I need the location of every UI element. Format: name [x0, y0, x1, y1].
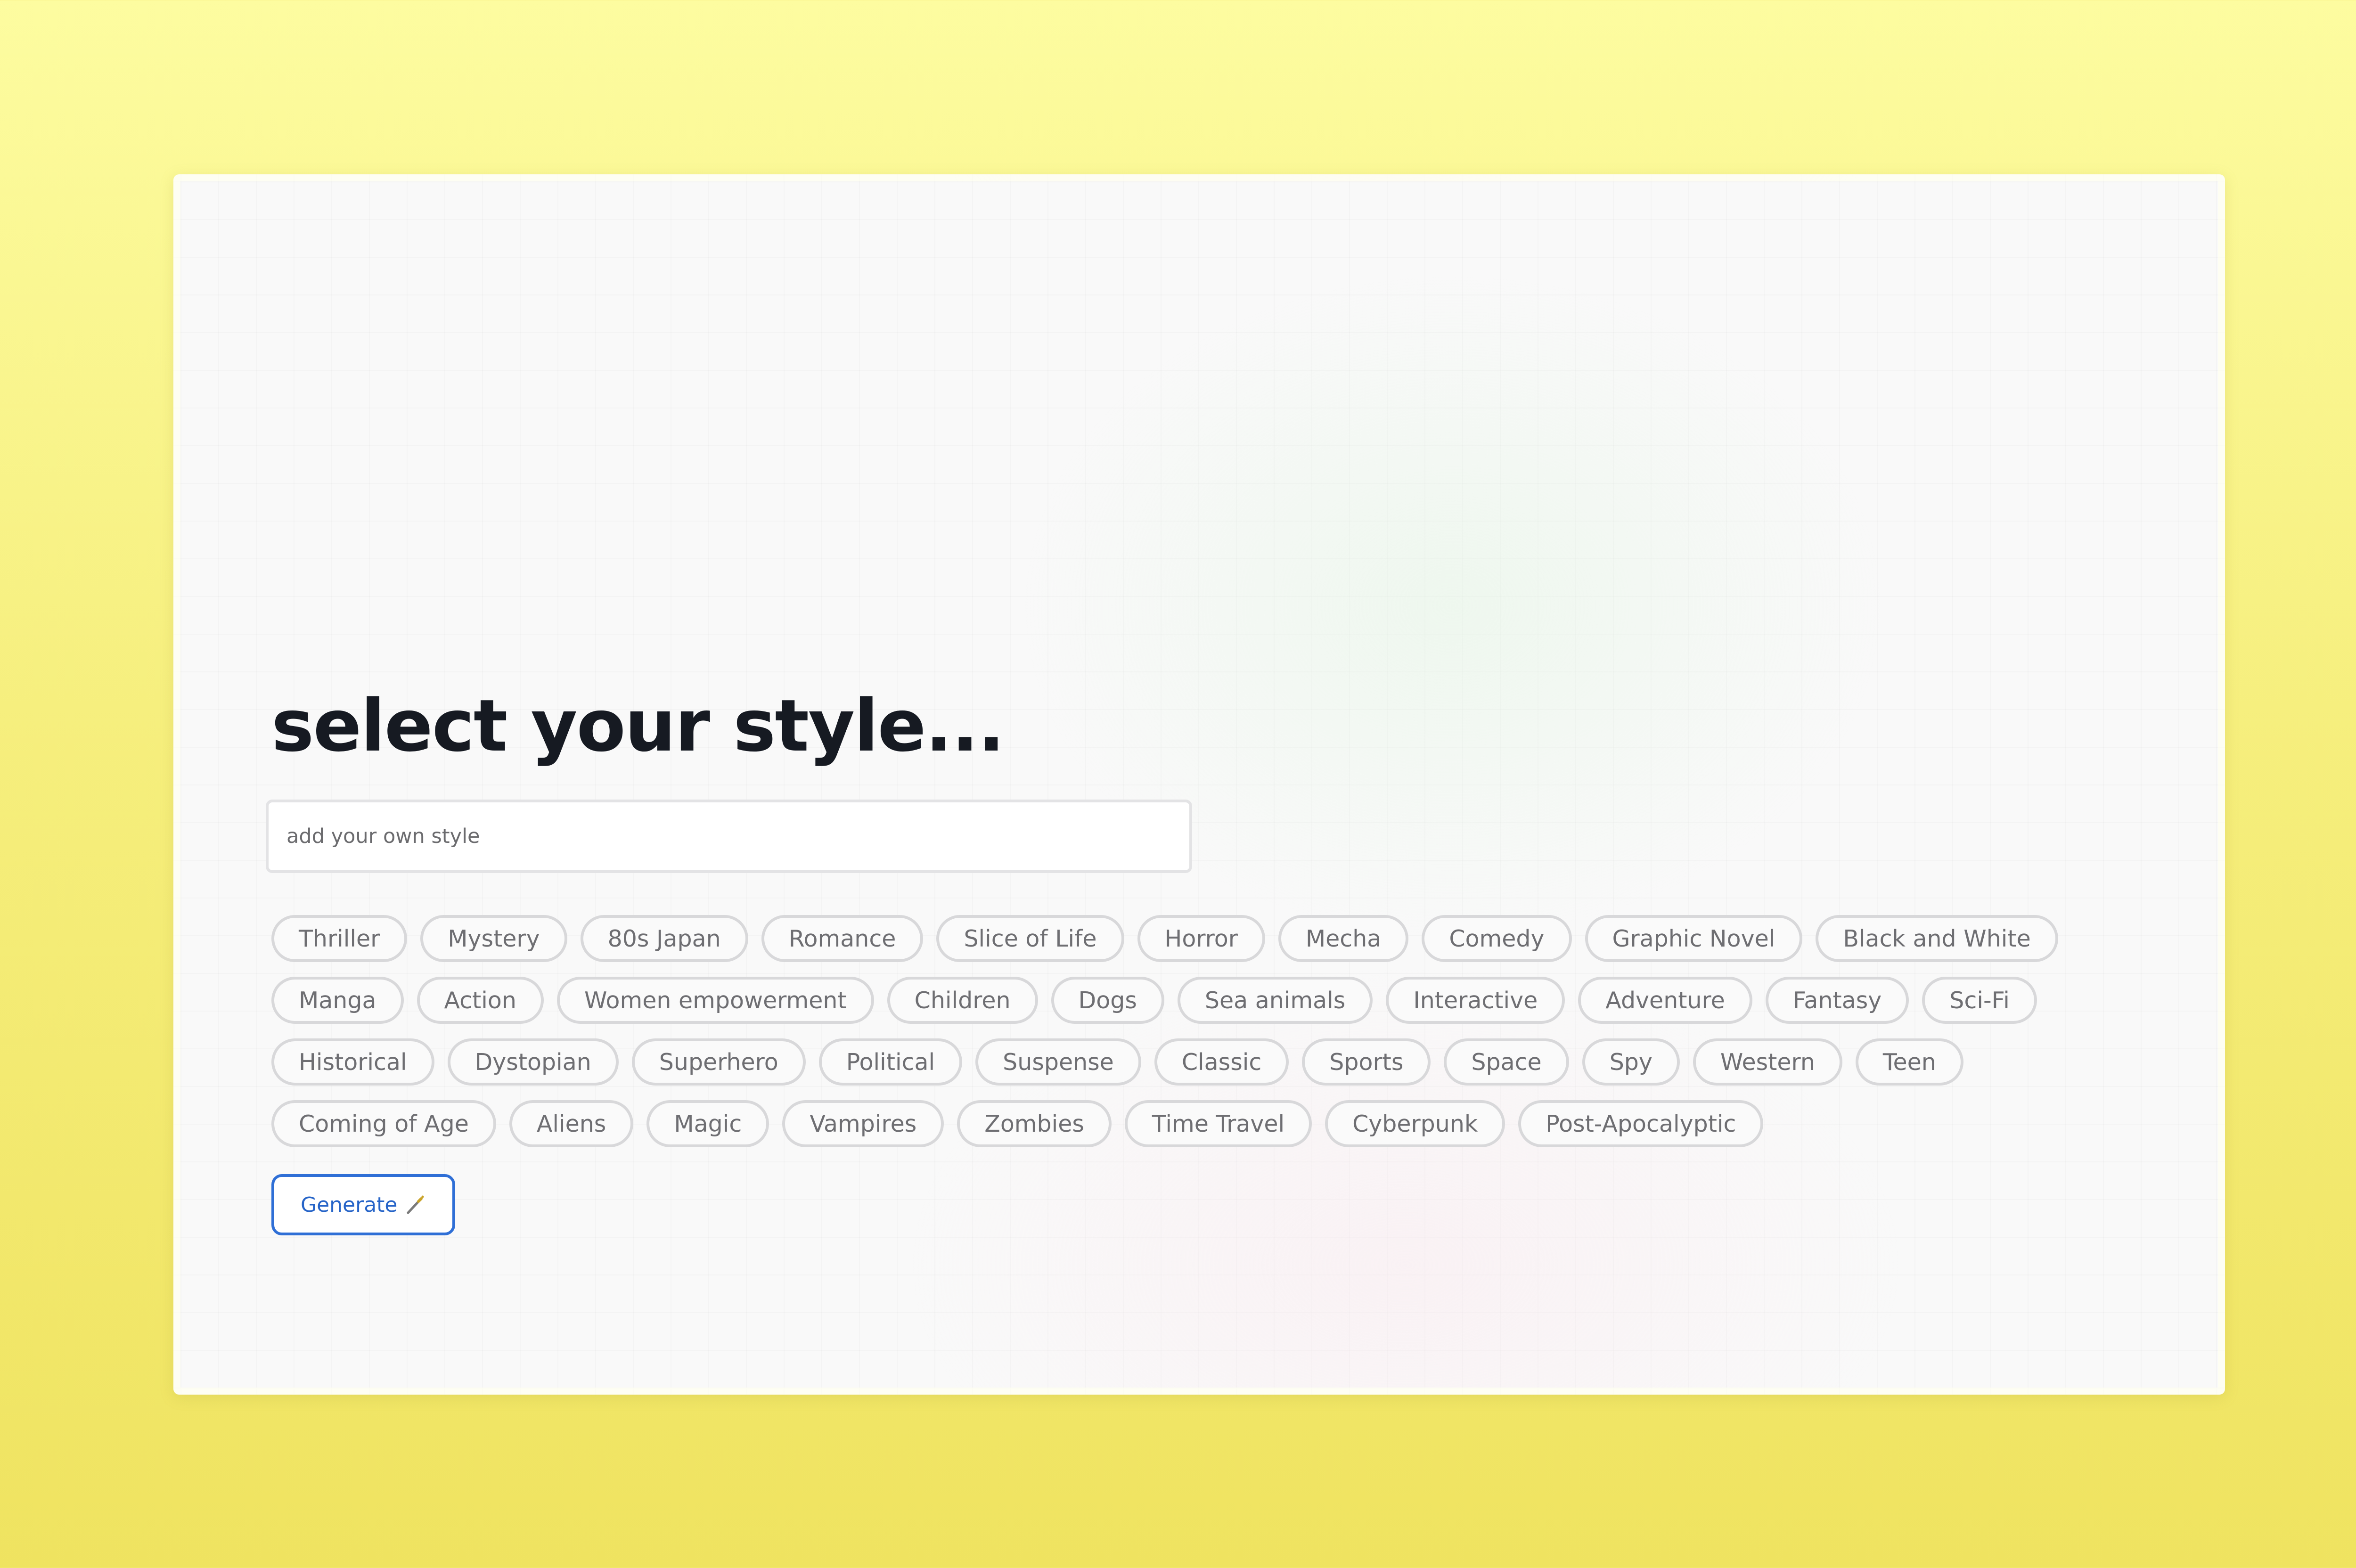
style-chip-zombies[interactable]: Zombies — [957, 1100, 1112, 1147]
style-chip-thriller[interactable]: Thriller — [271, 915, 408, 962]
style-chip-adventure[interactable]: Adventure — [1578, 977, 1752, 1024]
style-chip-dystopian[interactable]: Dystopian — [447, 1038, 619, 1086]
style-chip-comedy[interactable]: Comedy — [1422, 915, 1572, 962]
style-chip-action[interactable]: Action — [417, 977, 544, 1024]
style-chip-row: Historical Dystopian Superhero Political… — [271, 1038, 2203, 1086]
style-chip-list: Thriller Mystery 80s Japan Romance Slice… — [271, 915, 2203, 1162]
style-chip-row: Manga Action Women empowerment Children … — [271, 977, 2203, 1024]
style-chip-aliens[interactable]: Aliens — [509, 1100, 634, 1147]
style-chip-coming-of-age[interactable]: Coming of Age — [271, 1100, 496, 1147]
style-chip-graphic-novel[interactable]: Graphic Novel — [1585, 915, 1803, 962]
style-chip-suspense[interactable]: Suspense — [975, 1038, 1141, 1086]
app-window: select your style... Thriller Mystery 80… — [173, 174, 2225, 1395]
style-chip-row: Coming of Age Aliens Magic Vampires Zomb… — [271, 1100, 2203, 1147]
style-chip-interactive[interactable]: Interactive — [1386, 977, 1565, 1024]
style-chip-cyberpunk[interactable]: Cyberpunk — [1325, 1100, 1505, 1147]
style-chip-women-empowerment[interactable]: Women empowerment — [556, 977, 874, 1024]
style-chip-children[interactable]: Children — [887, 977, 1038, 1024]
style-chip-sci-fi[interactable]: Sci-Fi — [1922, 977, 2037, 1024]
style-chip-political[interactable]: Political — [818, 1038, 963, 1086]
style-chip-romance[interactable]: Romance — [761, 915, 924, 962]
style-chip-row: Thriller Mystery 80s Japan Romance Slice… — [271, 915, 2203, 962]
style-chip-horror[interactable]: Horror — [1137, 915, 1265, 962]
style-chip-vampires[interactable]: Vampires — [782, 1100, 944, 1147]
custom-style-input[interactable] — [266, 800, 1192, 873]
style-chip-mecha[interactable]: Mecha — [1278, 915, 1409, 962]
style-chip-black-and-white[interactable]: Black and White — [1816, 915, 2058, 962]
page-title: select your style... — [271, 684, 1005, 768]
style-chip-space[interactable]: Space — [1444, 1038, 1569, 1086]
style-chip-mystery[interactable]: Mystery — [420, 915, 567, 962]
style-chip-80s-japan[interactable]: 80s Japan — [580, 915, 748, 962]
style-chip-manga[interactable]: Manga — [271, 977, 404, 1024]
style-chip-sea-animals[interactable]: Sea animals — [1177, 977, 1373, 1024]
style-chip-fantasy[interactable]: Fantasy — [1765, 977, 1909, 1024]
style-chip-spy[interactable]: Spy — [1582, 1038, 1680, 1086]
style-chip-post-apocalyptic[interactable]: Post-Apocalyptic — [1518, 1100, 1764, 1147]
style-chip-slice-of-life[interactable]: Slice of Life — [936, 915, 1124, 962]
generate-button-label: Generate — [301, 1192, 398, 1217]
style-chip-western[interactable]: Western — [1693, 1038, 1842, 1086]
style-chip-superhero[interactable]: Superhero — [631, 1038, 806, 1086]
style-chip-time-travel[interactable]: Time Travel — [1124, 1100, 1312, 1147]
style-chip-teen[interactable]: Teen — [1855, 1038, 1963, 1086]
style-chip-classic[interactable]: Classic — [1154, 1038, 1289, 1086]
style-chip-dogs[interactable]: Dogs — [1051, 977, 1164, 1024]
style-chip-magic[interactable]: Magic — [646, 1100, 769, 1147]
style-chip-sports[interactable]: Sports — [1302, 1038, 1431, 1086]
magic-wand-icon — [404, 1194, 426, 1216]
style-chip-historical[interactable]: Historical — [271, 1038, 434, 1086]
generate-button[interactable]: Generate — [271, 1174, 455, 1235]
